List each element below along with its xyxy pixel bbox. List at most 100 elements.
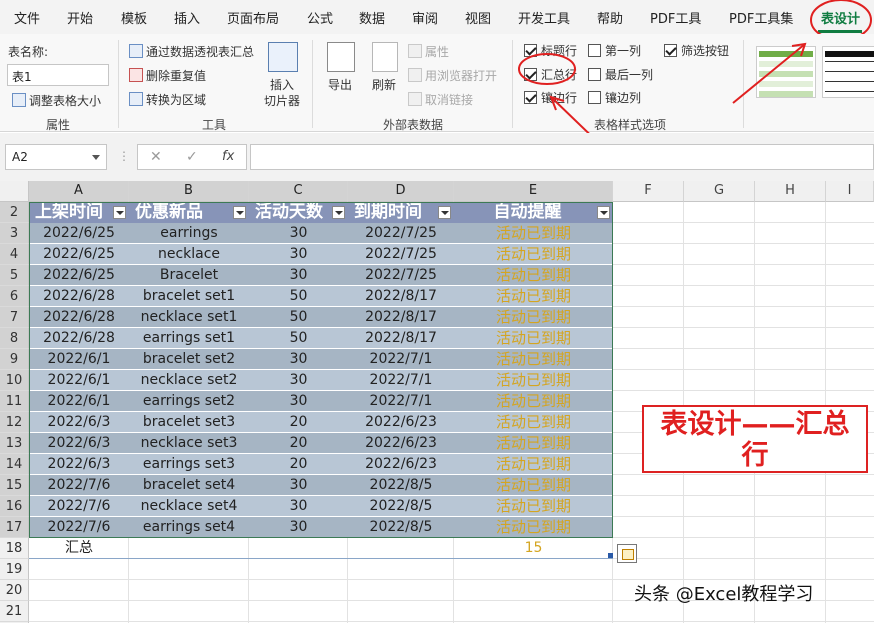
table-header-cell[interactable]: 优惠新品	[129, 202, 231, 223]
table-cell[interactable]: 2022/6/1	[29, 349, 129, 370]
table-cell[interactable]: 2022/6/23	[348, 433, 454, 454]
table-cell[interactable]: 活动已到期	[454, 454, 613, 475]
table-cell[interactable]: 2022/7/6	[29, 517, 129, 538]
table-cell[interactable]: 活动已到期	[454, 475, 613, 496]
row-header[interactable]: 9	[0, 349, 29, 370]
table-cell[interactable]: necklace set4	[129, 496, 249, 517]
table-cell[interactable]: 2022/8/17	[348, 286, 454, 307]
total-row-label[interactable]: 汇总	[29, 538, 129, 559]
table-cell[interactable]: 30	[249, 349, 348, 370]
select-all-corner[interactable]	[0, 181, 29, 202]
table-cell[interactable]: 2022/8/5	[348, 496, 454, 517]
insert-function-icon[interactable]: fx	[222, 149, 234, 164]
table-cell[interactable]: necklace set1	[129, 307, 249, 328]
table-cell[interactable]: 活动已到期	[454, 517, 613, 538]
table-cell[interactable]: 2022/8/5	[348, 517, 454, 538]
column-header[interactable]: A	[29, 181, 129, 202]
table-cell[interactable]: bracelet set2	[129, 349, 249, 370]
row-header[interactable]: 3	[0, 223, 29, 244]
table-header-cell[interactable]: 上架时间	[29, 202, 111, 223]
table-cell[interactable]: 30	[249, 475, 348, 496]
table-cell[interactable]: bracelet set1	[129, 286, 249, 307]
column-header[interactable]: C	[249, 181, 348, 202]
table-cell[interactable]: 2022/7/6	[29, 496, 129, 517]
table-cell[interactable]: 活动已到期	[454, 244, 613, 265]
table-cell[interactable]: 活动已到期	[454, 307, 613, 328]
table-cell[interactable]: necklace set3	[129, 433, 249, 454]
table-cell[interactable]: earrings set4	[129, 517, 249, 538]
table-cell[interactable]: 2022/7/25	[348, 223, 454, 244]
table-cell[interactable]: 2022/6/25	[29, 265, 129, 286]
table-cell[interactable]: 50	[249, 328, 348, 349]
table-cell[interactable]: 活动已到期	[454, 412, 613, 433]
column-header[interactable]: E	[454, 181, 613, 202]
table-cell[interactable]: 20	[249, 454, 348, 475]
table-cell[interactable]: 2022/8/17	[348, 307, 454, 328]
table-cell[interactable]: 20	[249, 433, 348, 454]
table-cell[interactable]: 30	[249, 391, 348, 412]
table-cell[interactable]: 2022/6/3	[29, 454, 129, 475]
row-header[interactable]: 21	[0, 601, 29, 622]
table-cell[interactable]: 2022/8/17	[348, 328, 454, 349]
table-cell[interactable]: 2022/6/23	[348, 412, 454, 433]
resize-handle[interactable]	[608, 553, 613, 558]
row-header[interactable]: 15	[0, 475, 29, 496]
table-cell[interactable]: earrings set1	[129, 328, 249, 349]
table-cell[interactable]: 2022/7/1	[348, 349, 454, 370]
total-row-value[interactable]: 15	[454, 538, 613, 559]
row-header[interactable]: 14	[0, 454, 29, 475]
table-cell[interactable]: 活动已到期	[454, 496, 613, 517]
filter-dropdown-icon[interactable]	[233, 206, 246, 219]
table-cell[interactable]: 2022/7/25	[348, 265, 454, 286]
row-header[interactable]: 13	[0, 433, 29, 454]
table-header-cell[interactable]: 自动提醒	[454, 202, 595, 223]
table-cell[interactable]: earrings	[129, 223, 249, 244]
table-cell[interactable]: 活动已到期	[454, 391, 613, 412]
table-cell[interactable]: 30	[249, 223, 348, 244]
column-header[interactable]: F	[613, 181, 684, 202]
table-cell[interactable]: necklace	[129, 244, 249, 265]
column-header[interactable]: D	[348, 181, 454, 202]
table-cell[interactable]: 30	[249, 370, 348, 391]
table-cell[interactable]: 30	[249, 265, 348, 286]
table-cell[interactable]: 2022/8/5	[348, 475, 454, 496]
table-cell[interactable]: 30	[249, 517, 348, 538]
quick-analysis-icon[interactable]	[617, 544, 637, 563]
row-header[interactable]: 16	[0, 496, 29, 517]
filter-dropdown-icon[interactable]	[113, 206, 126, 219]
filter-dropdown-icon[interactable]	[597, 206, 610, 219]
table-cell[interactable]: 2022/6/28	[29, 328, 129, 349]
column-header[interactable]: I	[826, 181, 874, 202]
table-cell[interactable]: 活动已到期	[454, 349, 613, 370]
table-cell[interactable]: 2022/6/25	[29, 244, 129, 265]
table-cell[interactable]: 50	[249, 307, 348, 328]
column-header[interactable]: H	[755, 181, 826, 202]
table-cell[interactable]: 活动已到期	[454, 286, 613, 307]
table-cell[interactable]: 2022/7/6	[29, 475, 129, 496]
chevron-down-icon[interactable]	[92, 155, 100, 160]
table-cell[interactable]: 2022/6/28	[29, 307, 129, 328]
table-cell[interactable]: Bracelet	[129, 265, 249, 286]
table-cell[interactable]: 50	[249, 286, 348, 307]
table-cell[interactable]: 2022/7/1	[348, 370, 454, 391]
row-header[interactable]: 19	[0, 559, 29, 580]
table-cell[interactable]: earrings set3	[129, 454, 249, 475]
table-cell[interactable]: bracelet set3	[129, 412, 249, 433]
row-header[interactable]: 20	[0, 580, 29, 601]
table-cell[interactable]: 活动已到期	[454, 223, 613, 244]
row-header[interactable]: 12	[0, 412, 29, 433]
table-cell[interactable]: bracelet set4	[129, 475, 249, 496]
row-header[interactable]: 18	[0, 538, 29, 559]
row-header[interactable]: 5	[0, 265, 29, 286]
table-cell[interactable]: 30	[249, 496, 348, 517]
table-cell[interactable]: 2022/6/23	[348, 454, 454, 475]
row-header[interactable]: 11	[0, 391, 29, 412]
row-header[interactable]: 8	[0, 328, 29, 349]
row-header[interactable]: 6	[0, 286, 29, 307]
cancel-icon[interactable]: ✕	[150, 149, 162, 165]
table-cell[interactable]: 30	[249, 244, 348, 265]
table-header-cell[interactable]: 活动天数	[249, 202, 330, 223]
formula-input[interactable]	[250, 144, 874, 170]
table-cell[interactable]: 2022/6/28	[29, 286, 129, 307]
column-header[interactable]: B	[129, 181, 249, 202]
